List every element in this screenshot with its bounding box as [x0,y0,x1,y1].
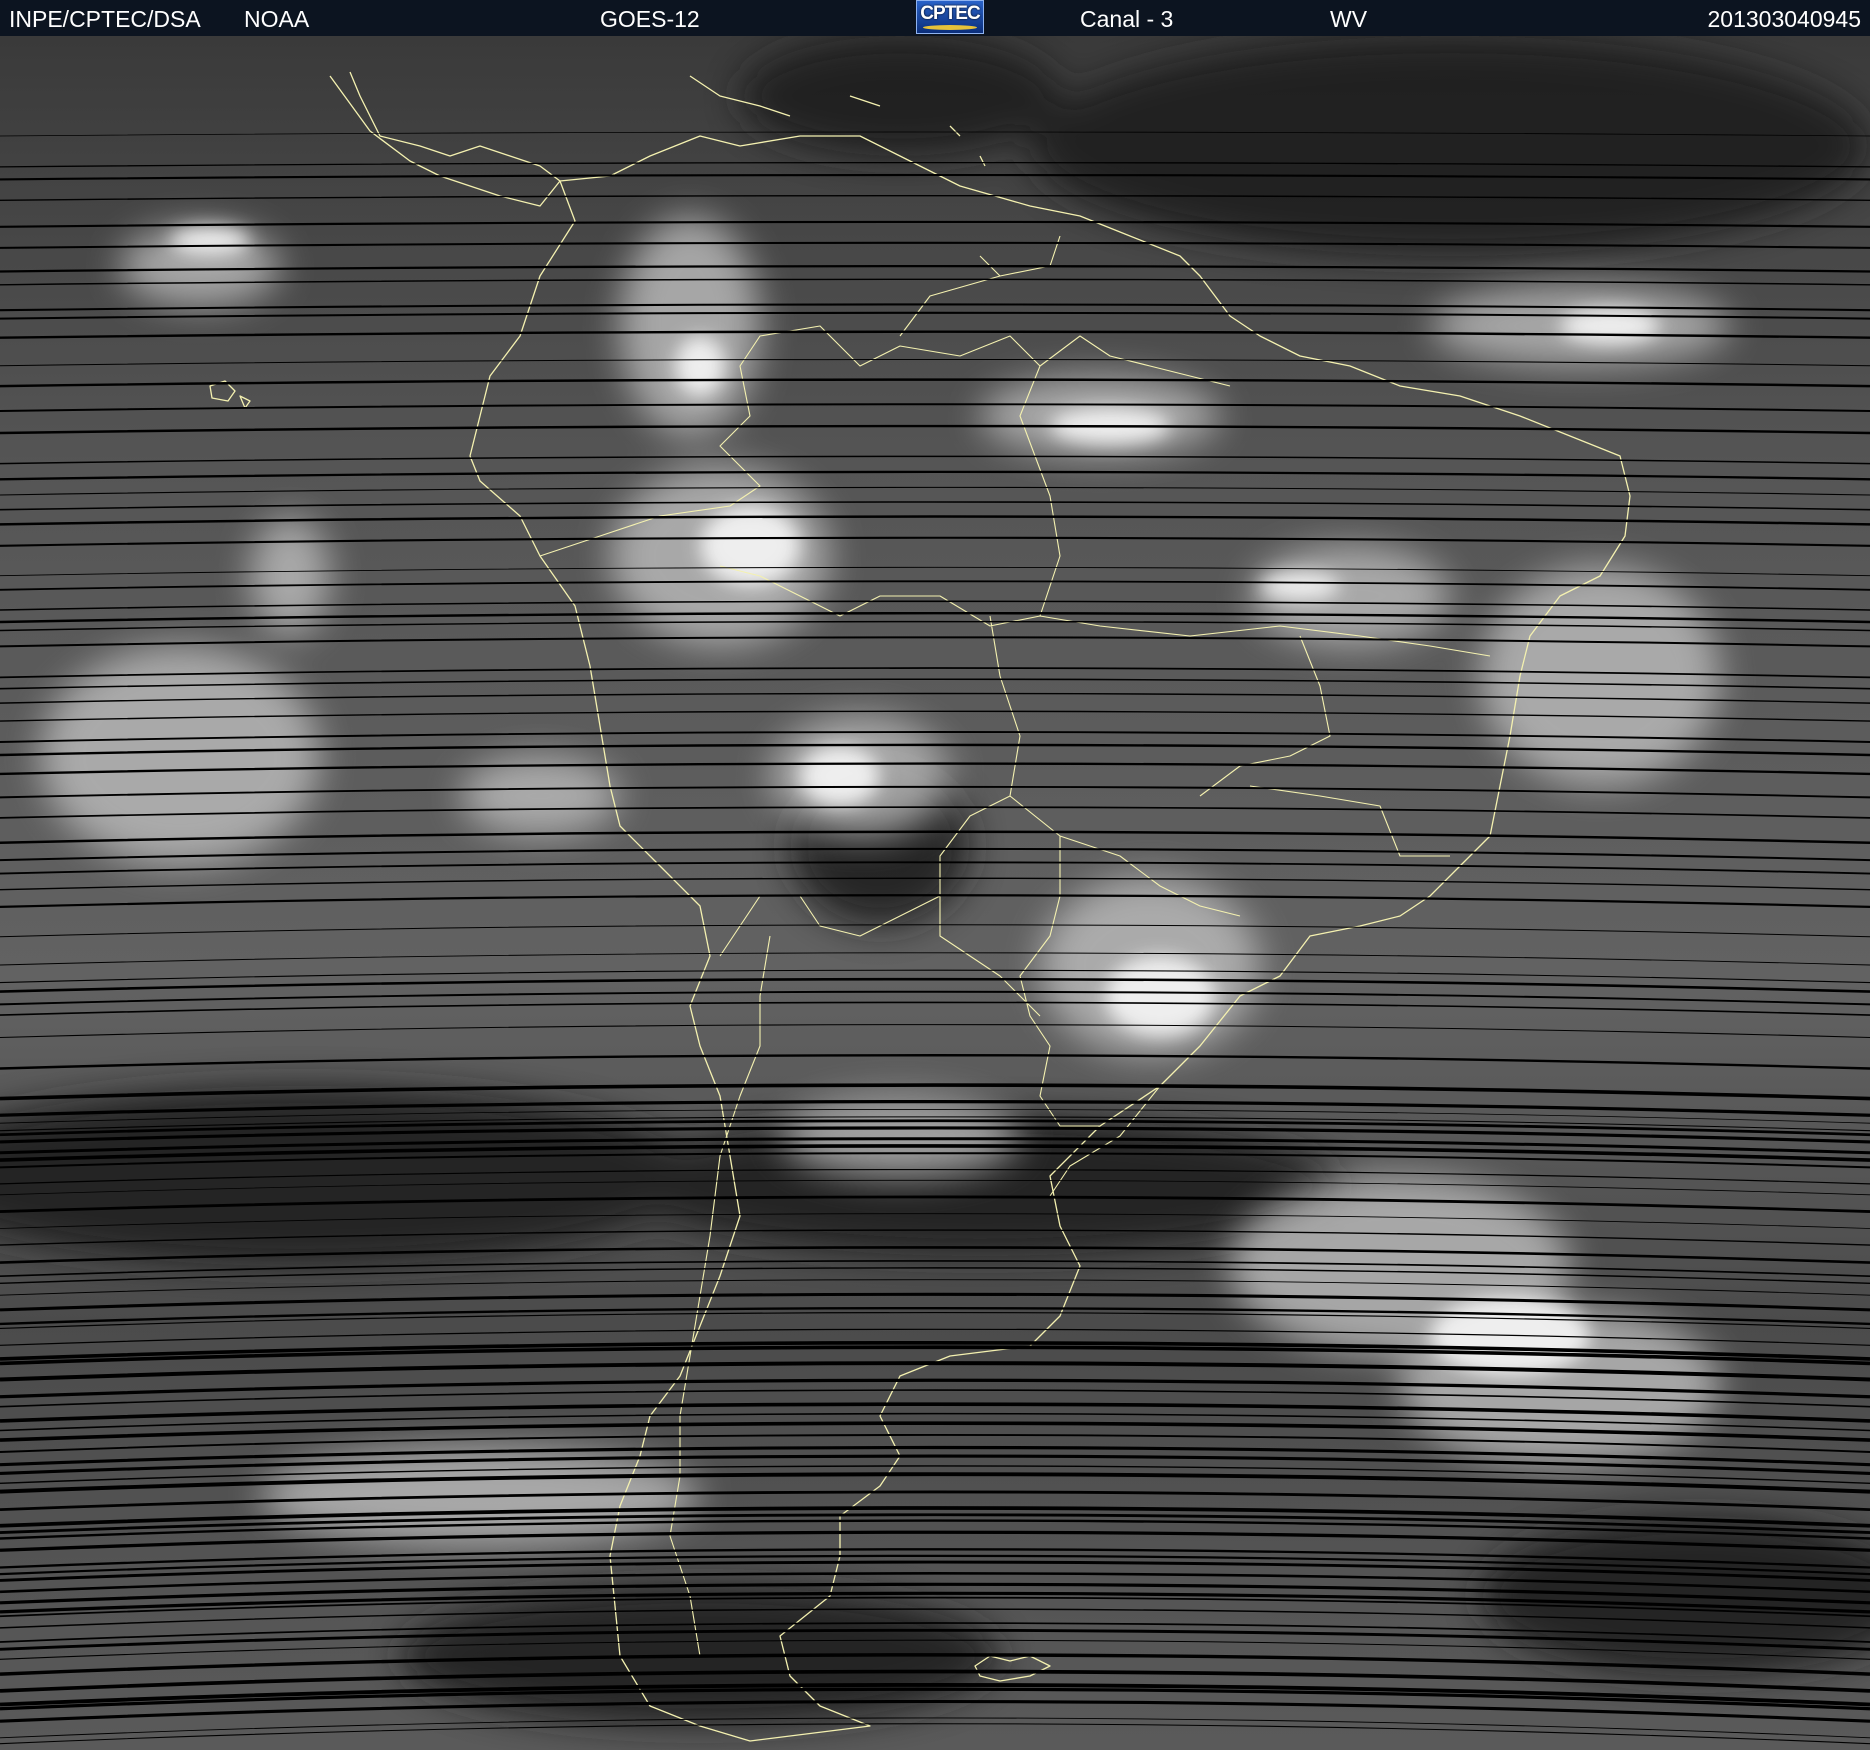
image-header: INPE/CPTEC/DSA NOAA GOES-12 CPTEC Canal … [0,0,1870,36]
organization-label: INPE/CPTEC/DSA [9,6,201,32]
logo-swoosh-icon [923,25,977,30]
agency-label: NOAA [244,6,310,32]
satellite-map [0,36,1870,1750]
satellite-label: GOES-12 [600,6,700,32]
cptec-logo: CPTEC [916,0,984,34]
channel-label: Canal - 3 [1080,6,1174,32]
timestamp-label: 201303040945 [1707,6,1862,32]
band-label: WV [1330,6,1368,32]
cptec-logo-text: CPTEC [920,3,980,24]
